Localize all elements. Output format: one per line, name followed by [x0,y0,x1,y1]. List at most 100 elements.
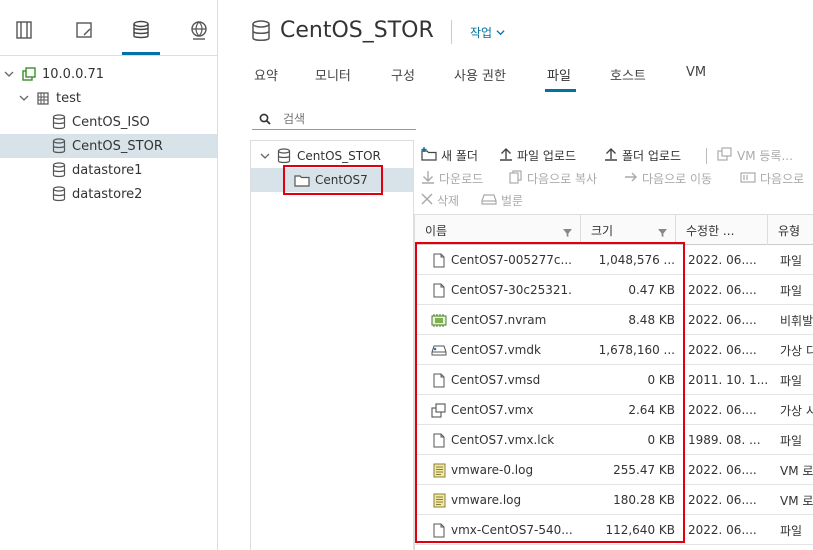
tree-label: 10.0.0.71 [42,66,105,82]
column-label: 크기 [591,223,614,238]
filter-icon[interactable] [563,226,572,240]
download-button[interactable]: 다운로드 [421,170,483,187]
inflate-button[interactable]: 벌룬 [481,192,523,209]
column-header-modified[interactable]: 수정한 ... [676,215,768,245]
tree-label: CentOS_STOR [72,138,163,154]
vsphere-client: 10.0.0.71 test CentOS_ISO CentOS_STOR da… [0,0,813,550]
tree-node-datastore[interactable]: CentOS_ISO [0,110,217,134]
tab-vms[interactable]: VM [686,65,706,80]
file-modified-cell: 2011. 10. 1... [688,373,769,387]
vcenter-icon [21,66,37,82]
search-icon [259,113,271,125]
column-label: 유형 [778,223,801,238]
rename-label: 다음으로 [760,172,805,186]
download-icon [421,170,435,187]
file-modified-cell: 2022. 06.... [688,313,757,327]
file-type-cell: VM 로 [780,463,813,478]
search-input[interactable] [283,111,413,126]
datastore-icon [251,19,271,42]
datastore-icon [51,186,67,202]
file-modified-cell: 2022. 06.... [688,463,757,477]
tab-permissions[interactable]: 사용 권한 [454,65,506,84]
navigator-tabs [0,0,217,56]
actions-menu-button[interactable]: 작업 [470,24,505,41]
column-header-size[interactable]: 크기 [581,215,676,245]
folder-tree-panel: CentOS_STOR CentOS7 [250,140,414,550]
datastore-icon [276,148,292,164]
column-header-type[interactable]: 유형 [768,215,813,245]
tab-monitor[interactable]: 모니터 [315,65,351,84]
page-title-text: CentOS_STOR [280,18,434,43]
toolbar-divider [706,148,707,164]
upload-icon [604,147,618,164]
download-label: 다운로드 [439,172,484,186]
file-type-cell: 가상 디 [780,343,813,358]
delete-button[interactable]: 삭제 [421,192,459,209]
storage-tab-icon[interactable] [129,18,153,42]
file-type-cell: 파일 [780,283,803,298]
file-type-cell: 파일 [780,253,803,268]
object-tabs: 요약 모니터 구성 사용 권한 파일 호스트 VM [219,62,813,92]
file-type-cell: 파일 [780,523,803,538]
chevron-down-icon[interactable] [18,92,30,104]
file-type-cell: 비휘발 [780,313,813,328]
column-header-name[interactable]: 이름 [415,215,581,245]
actions-label: 작업 [470,26,493,40]
vms-templates-tab-icon[interactable] [72,18,96,42]
register-vm-button[interactable]: VM 등록... [717,147,793,164]
main-panel: CentOS_STOR 작업 요약 모니터 구성 사용 권한 파일 호스트 VM… [219,0,813,550]
column-label: 이름 [425,223,448,238]
tree-label: test [56,90,81,106]
upload-file-button[interactable]: 파일 업로드 [499,147,576,164]
delete-label: 삭제 [437,194,460,208]
copy-icon [509,170,523,187]
datacenter-icon [35,90,51,106]
active-tab-indicator [545,89,576,92]
tree-node-host[interactable]: 10.0.0.71 [0,62,217,86]
tree-label: datastore2 [72,186,143,202]
tree-node-datastore-selected[interactable]: CentOS_STOR [0,134,217,158]
tree-node-datastore[interactable]: datastore2 [0,182,217,206]
new-folder-label: 새 폴더 [441,149,478,163]
chevron-down-icon[interactable] [259,150,271,162]
tab-hosts[interactable]: 호스트 [610,65,646,84]
networking-tab-icon[interactable] [187,18,211,42]
highlight-box-folder [283,165,383,195]
move-to-label: 다음으로 이동 [642,172,713,186]
tab-files[interactable]: 파일 [547,65,571,84]
navigator-panel: 10.0.0.71 test CentOS_ISO CentOS_STOR da… [0,0,218,550]
file-modified-cell: 2022. 06.... [688,403,757,417]
tree-node-datacenter[interactable]: test [0,86,217,110]
file-type-cell: 가상 시 [780,403,813,418]
file-modified-cell: 1989. 08. ... [688,433,761,447]
new-folder-button[interactable]: 새 폴더 [421,147,478,164]
upload-folder-label: 폴더 업로드 [622,149,682,163]
chevron-down-icon[interactable] [3,68,15,80]
upload-folder-button[interactable]: 폴더 업로드 [604,147,681,164]
copy-to-button[interactable]: 다음으로 복사 [509,170,597,187]
tree-label: CentOS_ISO [72,114,150,130]
inflate-label: 벌룬 [501,194,524,208]
file-type-cell: 파일 [780,373,803,388]
tab-configure[interactable]: 구성 [391,65,415,84]
file-modified-cell: 2022. 06.... [688,523,757,537]
datastore-icon [51,138,67,154]
register-vm-icon [717,147,733,164]
active-tab-indicator [122,52,160,55]
highlight-box-files [415,242,685,543]
file-modified-cell: 2022. 06.... [688,343,757,357]
header-divider [451,20,452,44]
file-modified-cell: 2022. 06.... [688,283,757,297]
new-folder-icon [421,147,437,164]
tree-node-datastore[interactable]: datastore1 [0,158,217,182]
rename-icon [740,171,756,186]
tab-summary[interactable]: 요약 [254,65,278,84]
register-vm-label: VM 등록... [737,149,793,163]
filter-icon[interactable] [658,226,667,240]
disk-icon [481,193,497,208]
move-to-button[interactable]: 다음으로 이동 [624,170,712,187]
rename-button[interactable]: 다음으로 [740,170,804,187]
grid-header: 이름 크기 수정한 ... 유형 [415,215,813,245]
copy-to-label: 다음으로 복사 [527,172,598,186]
hosts-clusters-tab-icon[interactable] [12,18,36,42]
